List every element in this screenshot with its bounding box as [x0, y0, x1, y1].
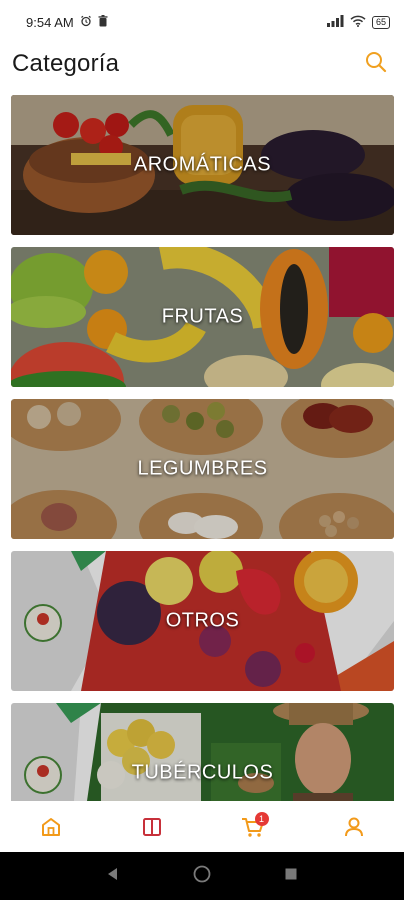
back-icon[interactable] — [106, 867, 120, 886]
status-time: 9:54 AM — [26, 14, 74, 30]
alarm-icon — [80, 15, 92, 30]
recents-icon[interactable] — [284, 867, 298, 886]
nav-profile[interactable] — [334, 809, 374, 849]
category-card-legumbres[interactable]: LEGUMBRES — [11, 399, 394, 539]
status-bar: 9:54 AM 65 — [0, 0, 404, 44]
category-card-frutas[interactable]: FRUTAS — [11, 247, 394, 387]
bottom-nav: 1 — [0, 806, 404, 852]
category-card-aromaticas[interactable]: AROMÁTICAS — [11, 95, 394, 235]
search-icon — [365, 51, 387, 78]
category-label: AROMÁTICAS — [133, 153, 272, 176]
catalog-icon — [142, 817, 162, 842]
nav-cart[interactable]: 1 — [233, 809, 273, 849]
cart-badge: 1 — [254, 812, 269, 826]
category-card-tuberculos[interactable]: TUBÉRCULOS — [11, 703, 394, 801]
page-title: Categoría — [12, 50, 120, 77]
search-button[interactable] — [362, 50, 390, 78]
header: Categoría — [0, 44, 404, 84]
signal-icon — [326, 14, 344, 30]
category-list: AROMÁTICAS FRUTAS LEGUMBRES OTROS TUBÉRC… — [11, 95, 394, 801]
profile-icon — [344, 816, 364, 843]
home-circle-icon[interactable] — [193, 865, 211, 888]
category-card-otros[interactable]: OTROS — [11, 551, 394, 691]
category-label: LEGUMBRES — [137, 457, 268, 480]
category-label: OTROS — [165, 609, 240, 632]
category-label: FRUTAS — [161, 305, 244, 328]
system-nav-bar — [0, 852, 404, 900]
wifi-icon — [350, 15, 366, 30]
home-icon — [40, 816, 62, 843]
battery-indicator: 65 — [371, 15, 390, 29]
category-label: TUBÉRCULOS — [131, 761, 274, 784]
status-right: 65 — [326, 14, 390, 30]
status-left: 9:54 AM — [26, 14, 108, 30]
nav-catalog[interactable] — [132, 809, 172, 849]
trash-icon — [98, 14, 108, 30]
card-shade — [11, 703, 394, 801]
nav-home[interactable] — [31, 809, 71, 849]
